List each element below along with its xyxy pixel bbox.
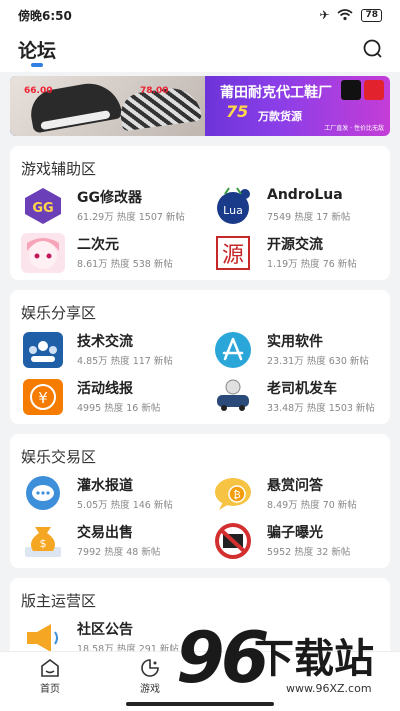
status-bar: 傍晚6:50 ✈ 78 xyxy=(0,0,400,30)
home-indicator xyxy=(126,702,274,706)
anime-icon xyxy=(21,233,65,273)
app-icon xyxy=(211,330,255,370)
forum-item-androlua[interactable]: Lua AndroLua 7549 热度 17 新帖 xyxy=(211,186,396,228)
svg-text:$: $ xyxy=(40,537,47,550)
banner-subtext: 万款货源 xyxy=(258,110,302,123)
forum-item-scam[interactable]: 骗子曝光 5952 热度 32 新帖 xyxy=(211,521,396,563)
forum-item-bounty[interactable]: ₿ 悬赏问答 8.49万 热度 70 新帖 xyxy=(211,474,396,516)
bounty-icon: ₿ xyxy=(211,474,255,514)
chat-icon xyxy=(21,474,65,514)
section-title: 版主运营区 xyxy=(21,592,97,610)
forum-item-apps[interactable]: 实用软件 23.31万 热度 630 新帖 xyxy=(211,330,396,372)
svg-text:GG: GG xyxy=(32,201,53,216)
banner-price-left: 66.00 xyxy=(24,86,53,96)
no-scam-icon xyxy=(211,521,255,561)
forum-item-opensource[interactable]: 源 开源交流 1.19万 热度 76 新帖 xyxy=(211,233,396,275)
tab-home[interactable]: 首页 xyxy=(20,658,80,695)
watermark-number: 96 xyxy=(176,617,269,699)
svg-text:₿: ₿ xyxy=(233,489,240,501)
game-icon xyxy=(141,659,159,677)
banner-number: 75 xyxy=(226,102,249,121)
promo-banner[interactable]: 66.00 78.00 莆田耐克代工鞋厂 75 万款货源 工厂直发 · 性价比无… xyxy=(10,76,390,136)
forum-item-chat[interactable]: 灌水报道 5.05万 热度 146 新帖 xyxy=(21,474,206,516)
tech-icon xyxy=(21,330,65,370)
banner-headline: 莆田耐克代工鞋厂 xyxy=(220,85,332,101)
forum-item-driver[interactable]: 老司机发车 33.48万 热度 1503 新帖 xyxy=(211,377,396,419)
battery-level: 78 xyxy=(361,8,382,22)
gg-icon: GG xyxy=(21,186,65,226)
status-icons: ✈ 78 xyxy=(319,8,382,22)
car-icon xyxy=(211,377,255,417)
app-header: 论坛 xyxy=(0,30,400,72)
status-time: 傍晚6:50 xyxy=(18,8,72,23)
lua-icon: Lua xyxy=(211,186,255,226)
forum-item-gg[interactable]: GG GG修改器 61.29万 热度 1507 新帖 xyxy=(21,186,206,228)
yen-icon: ¥ xyxy=(21,377,65,417)
forum-item-sale[interactable]: $ 交易出售 7992 热度 48 新帖 xyxy=(21,521,206,563)
title-underline xyxy=(31,63,43,67)
section-game-assist: 游戏辅助区 GG GG修改器 61.29万 热度 1507 新帖 Lua And… xyxy=(10,146,390,280)
section-entertainment-trade: 娱乐交易区 灌水报道 5.05万 热度 146 新帖 ₿ 悬赏问答 8.49万 … xyxy=(10,434,390,568)
forum-item-anime[interactable]: 二次元 8.61万 热度 538 新帖 xyxy=(21,233,206,275)
money-bag-icon: $ xyxy=(21,521,65,561)
section-entertainment-share: 娱乐分享区 技术交流 4.85万 热度 117 新帖 实用软件 23.31万 热… xyxy=(10,290,390,424)
watermark-url: www.96XZ.com xyxy=(286,682,372,695)
forum-item-events[interactable]: ¥ 活动线报 4995 热度 16 新帖 xyxy=(21,377,206,419)
site-watermark: 96 下载站 www.96XZ.com xyxy=(176,618,396,710)
airplane-icon: ✈ xyxy=(319,8,330,22)
section-title: 娱乐交易区 xyxy=(21,448,97,466)
section-title: 游戏辅助区 xyxy=(21,160,97,178)
wifi-icon xyxy=(337,9,353,21)
home-icon xyxy=(41,659,59,677)
search-icon[interactable] xyxy=(362,38,384,60)
banner-price-mid: 78.00 xyxy=(140,86,169,96)
banner-tagline: 工厂直发 · 性价比无敌 xyxy=(324,125,384,132)
section-title: 娱乐分享区 xyxy=(21,304,97,322)
tab-games[interactable]: 游戏 xyxy=(120,658,180,695)
svg-text:源: 源 xyxy=(222,243,244,268)
source-icon: 源 xyxy=(211,233,255,273)
watermark-text: 下载站 xyxy=(254,636,374,682)
banner-shoes-image: 66.00 78.00 xyxy=(10,76,205,136)
svg-text:Lua: Lua xyxy=(223,204,243,217)
svg-text:¥: ¥ xyxy=(38,389,48,407)
forum-item-tech[interactable]: 技术交流 4.85万 热度 117 新帖 xyxy=(21,330,206,372)
banner-badges xyxy=(341,80,384,100)
page-title: 论坛 xyxy=(18,40,57,62)
